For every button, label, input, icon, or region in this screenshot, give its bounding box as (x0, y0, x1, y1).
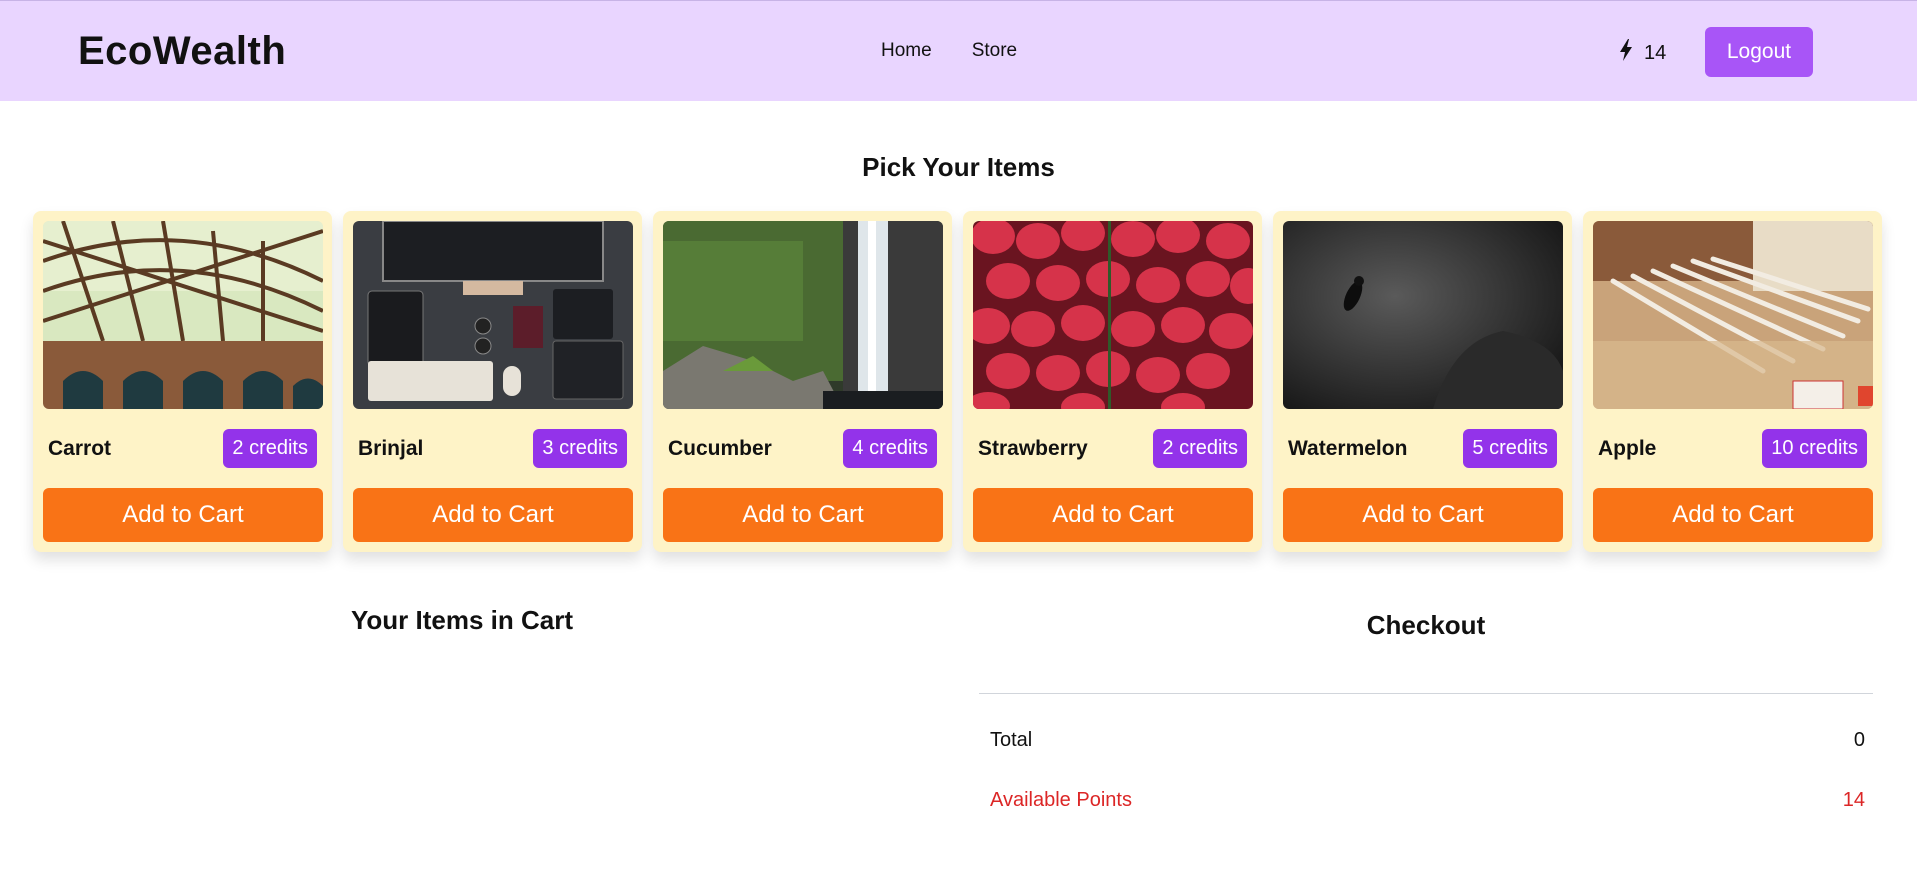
checkout-total-row: Total 0 (990, 729, 1865, 752)
add-to-cart-button[interactable]: Add to Cart (353, 488, 633, 542)
product-image (1593, 221, 1873, 409)
product-card: Brinjal 3 credits Add to Cart (343, 211, 642, 552)
product-image (353, 221, 633, 409)
add-to-cart-button[interactable]: Add to Cart (973, 488, 1253, 542)
total-label: Total (990, 729, 1033, 751)
product-name: Cucumber (668, 436, 772, 460)
add-to-cart-button[interactable]: Add to Cart (663, 488, 943, 542)
product-image (43, 221, 323, 409)
credits-badge: 3 credits (533, 429, 627, 468)
lightning-bolt-icon (1618, 39, 1634, 67)
add-to-cart-button[interactable]: Add to Cart (43, 488, 323, 542)
cart-title: Your Items in Cart (351, 605, 574, 635)
product-card: Apple 10 credits Add to Cart (1583, 211, 1882, 552)
product-name: Watermelon (1288, 436, 1408, 460)
available-points-value: 14 (1842, 789, 1865, 811)
product-card: Carrot 2 credits Add to Cart (33, 211, 332, 552)
checkout-divider (979, 693, 1873, 694)
product-image (973, 221, 1253, 409)
total-value: 0 (1853, 729, 1865, 751)
logout-button[interactable]: Logout (1705, 27, 1813, 77)
product-card: Watermelon 5 credits Add to Cart (1273, 211, 1572, 552)
product-name: Brinjal (358, 436, 424, 460)
main-nav: Home Store (881, 40, 1017, 62)
points-indicator: 14 (1618, 39, 1666, 67)
credits-badge: 5 credits (1463, 429, 1557, 468)
nav-home-link[interactable]: Home (881, 40, 932, 62)
points-value: 14 (1644, 41, 1667, 64)
product-name: Strawberry (978, 436, 1088, 460)
product-image (1283, 221, 1563, 409)
product-name: Carrot (48, 436, 112, 460)
credits-badge: 4 credits (843, 429, 937, 468)
add-to-cart-button[interactable]: Add to Cart (1593, 488, 1873, 542)
checkout-available-row: Available Points 14 (990, 789, 1865, 812)
product-card: Cucumber 4 credits Add to Cart (653, 211, 952, 552)
credits-badge: 10 credits (1762, 429, 1867, 468)
product-name: Apple (1598, 436, 1657, 460)
store-title: Pick Your Items (862, 152, 1055, 182)
credits-badge: 2 credits (1153, 429, 1247, 468)
top-navbar: EcoWealth Home Store 14 Logout (0, 0, 1917, 101)
available-points-label: Available Points (990, 789, 1132, 811)
checkout-title: Checkout (1366, 610, 1486, 640)
product-card: Strawberry 2 credits Add to Cart (963, 211, 1262, 552)
product-image (663, 221, 943, 409)
product-grid: Carrot 2 credits Add to Cart Brinjal 3 c… (33, 211, 1882, 552)
add-to-cart-button[interactable]: Add to Cart (1283, 488, 1563, 542)
brand-logo[interactable]: EcoWealth (78, 29, 286, 74)
nav-store-link[interactable]: Store (972, 40, 1017, 62)
credits-badge: 2 credits (223, 429, 317, 468)
